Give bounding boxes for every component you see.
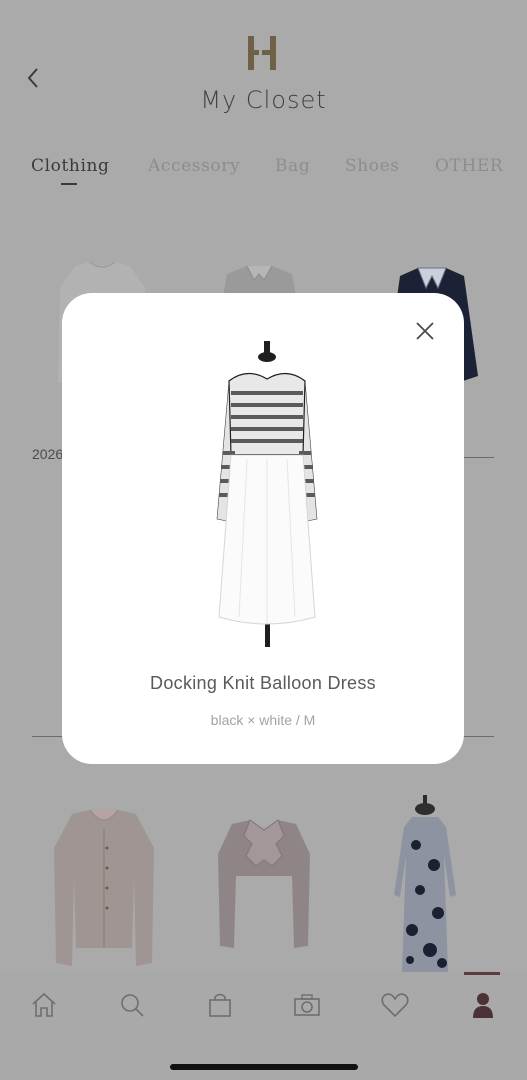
active-tab-indicator — [61, 183, 77, 185]
home-indicator — [170, 1064, 358, 1070]
tab-accessory[interactable]: Accessory — [148, 156, 240, 176]
user-icon[interactable] — [468, 990, 498, 1020]
brand-logo-icon — [248, 36, 276, 70]
camera-icon[interactable] — [292, 990, 322, 1020]
item-name: Docking Knit Balloon Dress — [150, 673, 376, 693]
tab-other[interactable]: OTHER — [435, 156, 503, 176]
heart-icon[interactable] — [380, 990, 410, 1020]
page-title: My Closet — [200, 86, 327, 114]
tab-shoes[interactable]: Shoes — [345, 156, 400, 176]
closet-item-ruffle-cardigan[interactable] — [214, 816, 314, 956]
category-tabs: Clothing Accessory Bag Shoes OTHER — [0, 156, 527, 186]
tab-clothing[interactable]: Clothing — [31, 156, 110, 176]
closet-item-floral-dress[interactable] — [390, 795, 460, 973]
tab-bag[interactable]: Bag — [275, 156, 310, 176]
section-date: 2026 — [32, 446, 64, 462]
shopping-bag-icon[interactable] — [205, 990, 235, 1020]
nav-active-indicator — [464, 972, 500, 975]
close-icon[interactable] — [414, 320, 436, 342]
home-icon[interactable] — [29, 990, 59, 1020]
item-details: black × white / M — [210, 712, 316, 728]
closet-item-beige-cardigan[interactable] — [50, 808, 158, 968]
item-detail-modal: Docking Knit Balloon Dress black × white… — [62, 293, 464, 764]
search-icon[interactable] — [117, 990, 147, 1020]
app-screen: My Closet Clothing Accessory Bag Shoes O… — [0, 0, 527, 1080]
item-image — [216, 341, 318, 647]
